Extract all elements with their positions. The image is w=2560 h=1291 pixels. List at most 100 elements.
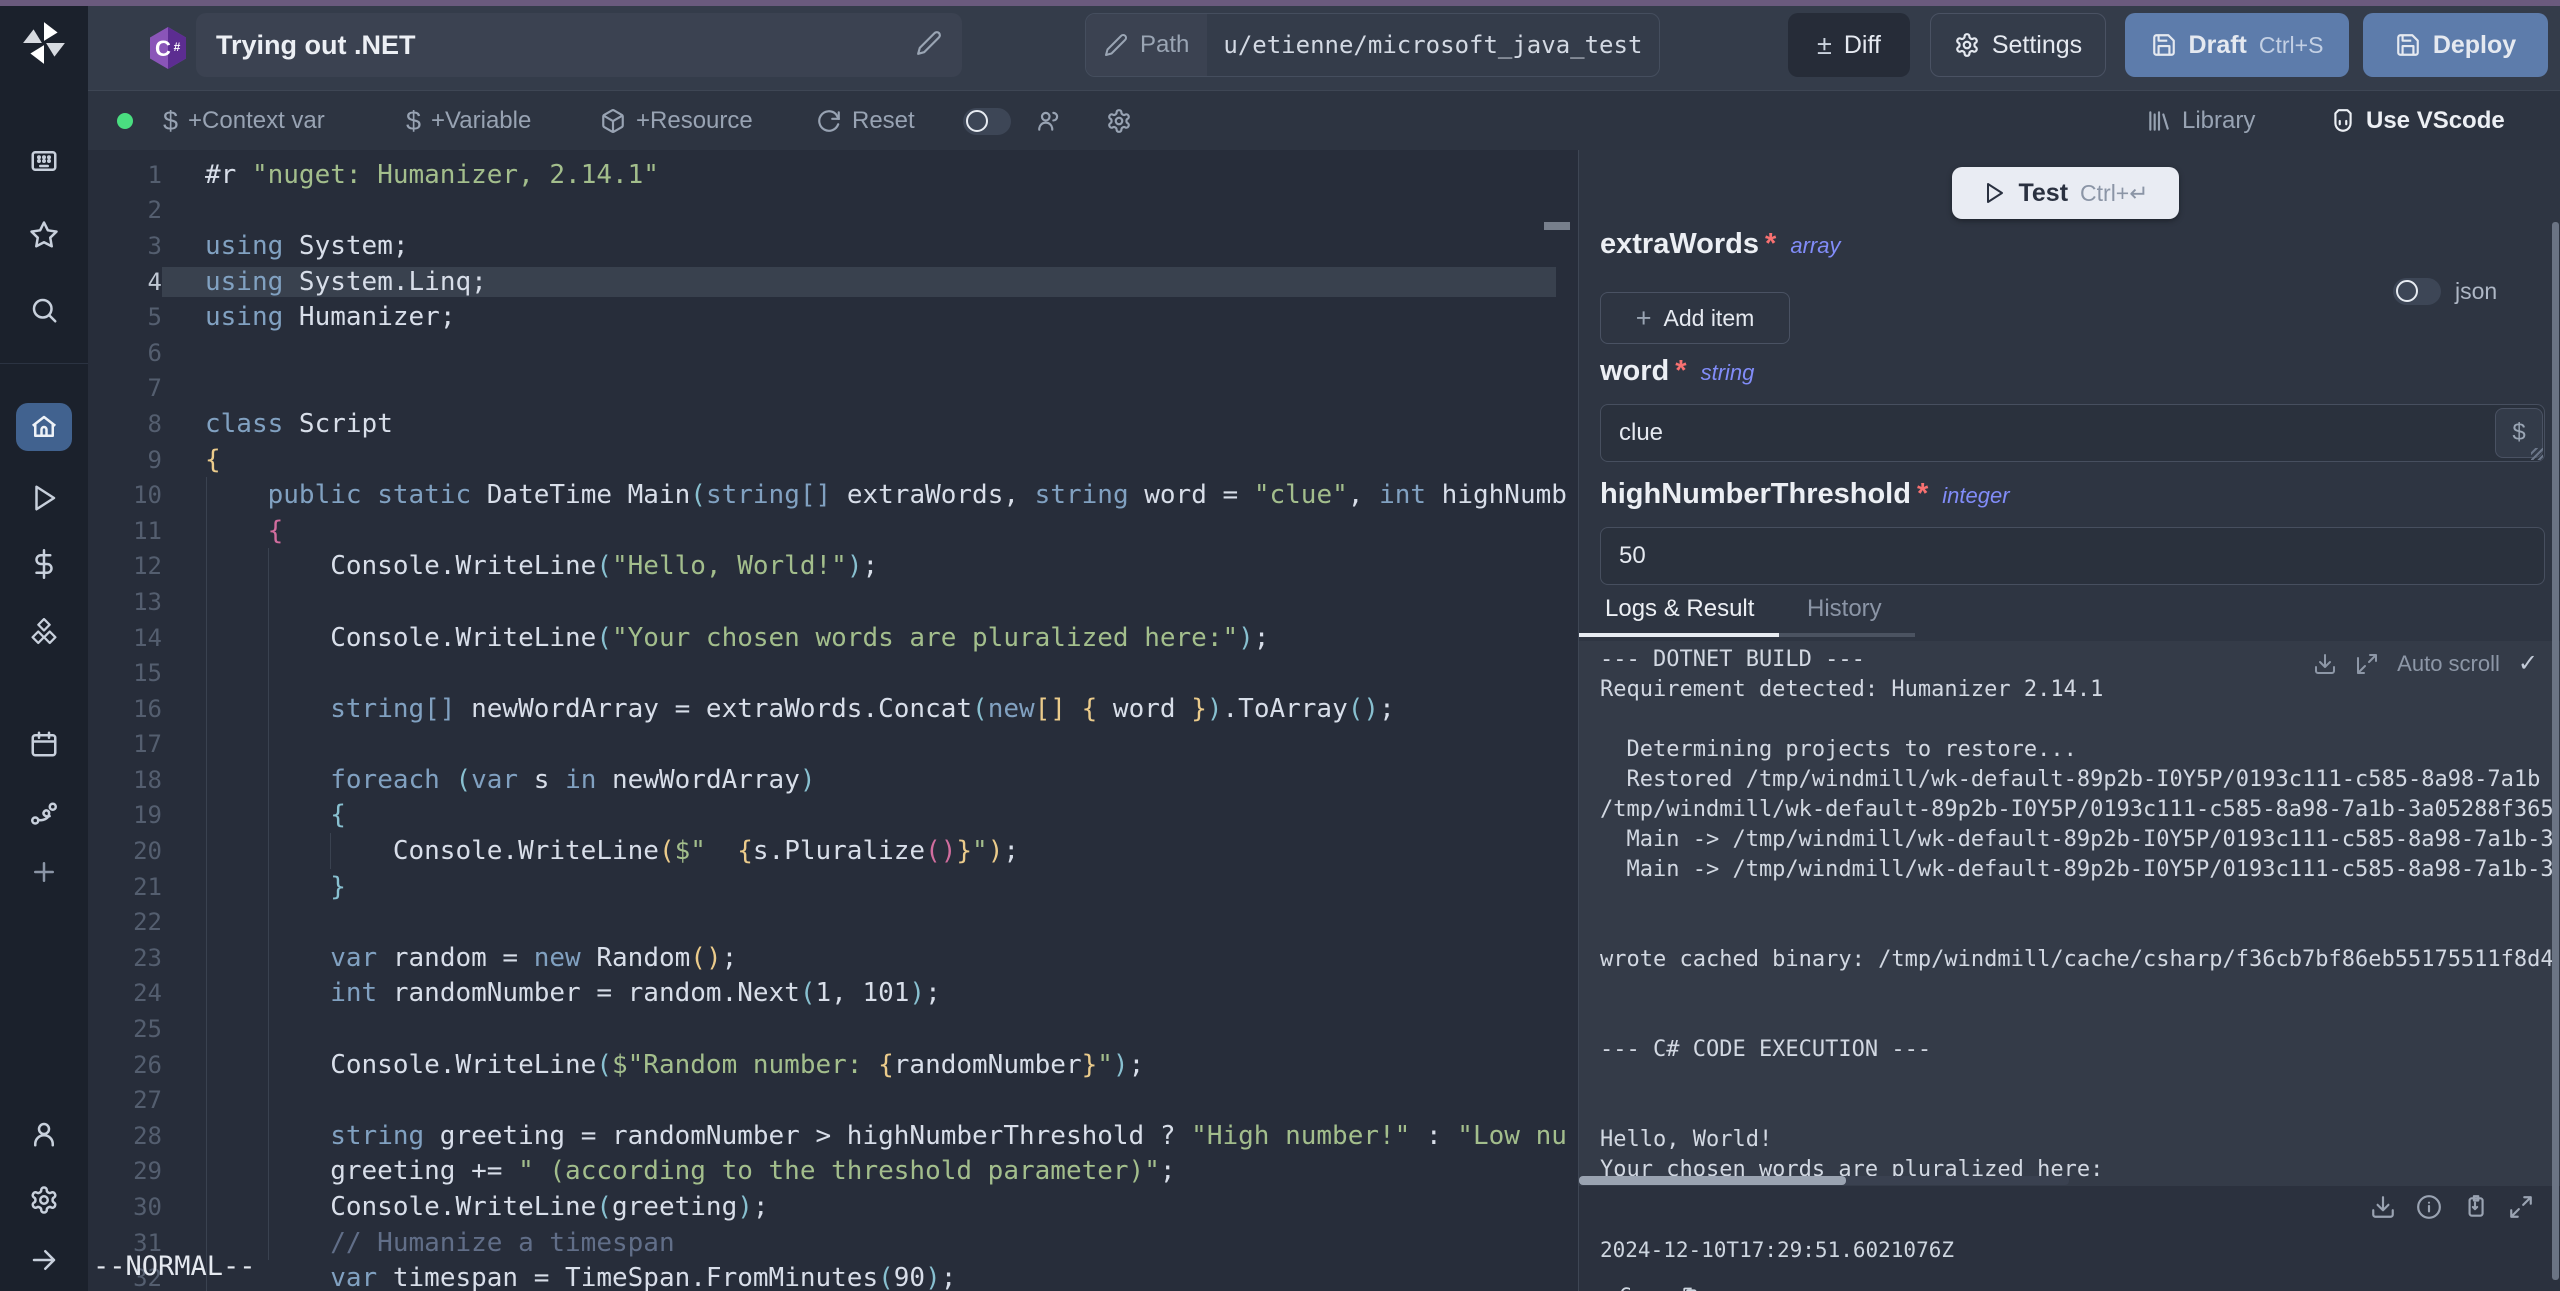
code-line[interactable]: 4using System.Linq; — [88, 264, 1578, 300]
code-line[interactable]: 2 — [88, 193, 1578, 229]
textarea-resize-grip[interactable] — [2531, 448, 2543, 460]
code-line[interactable]: 8class Script — [88, 406, 1578, 442]
code-line[interactable]: 9{ — [88, 442, 1578, 478]
sidebar-item-home[interactable] — [16, 403, 72, 451]
code-line[interactable]: 25 — [88, 1011, 1578, 1047]
status-dot — [117, 113, 133, 129]
test-button[interactable]: Test Ctrl+↵ — [1952, 167, 2179, 219]
sidebar-item-runs[interactable] — [27, 481, 61, 515]
field-threshold-label: highNumberThreshold * integer — [1600, 478, 2010, 511]
sidebar-item-schedules[interactable] — [27, 727, 61, 761]
tab-history[interactable]: History — [1807, 595, 1882, 623]
field-type: array — [1790, 233, 1840, 259]
sidebar-item-workers[interactable] — [27, 796, 61, 830]
use-vscode-button[interactable]: Use VScode — [2330, 91, 2505, 151]
path-field[interactable]: Path u/etienne/microsoft_java_test — [1085, 13, 1660, 77]
code-editor[interactable]: 1#r "nuget: Humanizer, 2.14.1"23using Sy… — [88, 150, 1578, 1291]
play-icon — [1982, 181, 2006, 205]
diff-button[interactable]: ± Diff — [1788, 13, 1910, 77]
editor-settings-gear-icon[interactable] — [1106, 91, 1132, 151]
settings-button[interactable]: Settings — [1930, 13, 2106, 77]
sidebar-item-variables[interactable] — [27, 547, 61, 581]
draft-button[interactable]: Draft Ctrl+S — [2125, 13, 2349, 77]
code-lines[interactable]: 1#r "nuget: Humanizer, 2.14.1"23using Sy… — [88, 157, 1578, 1291]
code-line[interactable]: 16 string[] newWordArray = extraWords.Co… — [88, 691, 1578, 727]
search-icon[interactable] — [27, 293, 61, 327]
auto-scroll-checkmark-icon[interactable]: ✓ — [2518, 649, 2538, 678]
inactive-tab-underline — [1779, 633, 1915, 637]
account-user-icon[interactable] — [27, 1117, 61, 1151]
info-icon[interactable] — [2416, 1194, 2442, 1220]
code-line[interactable]: 24 int randomNumber = random.Next(1, 101… — [88, 976, 1578, 1012]
code-line[interactable]: 21 } — [88, 869, 1578, 905]
add-resource-button[interactable]: +Resource — [600, 91, 753, 151]
logs-pane[interactable]: --- DOTNET BUILD ---Requirement detected… — [1579, 641, 2560, 1186]
code-line[interactable]: 20 Console.WriteLine($" {s.Pluralize()}"… — [88, 833, 1578, 869]
code-line[interactable]: 7 — [88, 371, 1578, 407]
log-hscrollbar-thumb[interactable] — [1579, 1176, 1846, 1185]
sidebar-item-add[interactable] — [27, 855, 61, 889]
code-line[interactable]: 10 public static DateTime Main(string[] … — [88, 477, 1578, 513]
code-line[interactable]: 14 Console.WriteLine("Your chosen words … — [88, 620, 1578, 656]
code-line[interactable]: 19 { — [88, 798, 1578, 834]
download-result-icon[interactable] — [2370, 1194, 2396, 1220]
tab-logs-result[interactable]: Logs & Result — [1605, 595, 1754, 623]
add-variable-button[interactable]: $ +Variable — [406, 91, 531, 151]
code-line[interactable]: 30 Console.WriteLine(greeting); — [88, 1189, 1578, 1225]
code-line[interactable]: 26 Console.WriteLine($"Random number: {r… — [88, 1047, 1578, 1083]
expand-result-icon[interactable] — [2508, 1194, 2534, 1220]
code-line[interactable]: 28 string greeting = randomNumber > high… — [88, 1118, 1578, 1154]
word-input[interactable] — [1600, 404, 2545, 462]
editor-scrollbar-marker[interactable] — [1544, 222, 1570, 230]
copy-result-clipboard-icon[interactable] — [2462, 1194, 2488, 1220]
download-logs-icon[interactable] — [2313, 652, 2337, 676]
sidebar-divider — [0, 363, 88, 364]
copy-label: Copy — [1619, 1284, 1670, 1291]
code-line[interactable]: 11 { — [88, 513, 1578, 549]
workspace-switcher-icon[interactable] — [27, 144, 61, 178]
csharp-language-icon: C # — [146, 26, 190, 70]
code-line[interactable]: 29 greeting += " (according to the thres… — [88, 1154, 1578, 1190]
script-title-input[interactable]: Trying out .NET — [196, 13, 962, 77]
code-line[interactable]: 18 foreach (var s in newWordArray) — [88, 762, 1578, 798]
code-line[interactable]: 22 — [88, 904, 1578, 940]
code-line[interactable]: 1#r "nuget: Humanizer, 2.14.1" — [88, 157, 1578, 193]
auto-scroll-label[interactable]: Auto scroll — [2397, 651, 2500, 677]
code-line[interactable]: 3using System; — [88, 228, 1578, 264]
library-button[interactable]: Library — [2146, 91, 2255, 151]
workspace-settings-gear-icon[interactable] — [27, 1183, 61, 1217]
collaborators-icon[interactable] — [1036, 91, 1062, 151]
copy-row[interactable]: Copy — [1619, 1284, 1700, 1291]
favorites-star-icon[interactable] — [27, 218, 61, 252]
path-label-group[interactable]: Path — [1086, 14, 1207, 76]
test-shortcut: Ctrl+↵ — [2080, 180, 2148, 207]
code-line[interactable]: 5using Humanizer; — [88, 299, 1578, 335]
save-icon — [2395, 32, 2421, 58]
panel-scrollbar-thumb[interactable] — [2552, 222, 2559, 1280]
code-line[interactable]: 15 — [88, 655, 1578, 691]
code-line[interactable]: 13 — [88, 584, 1578, 620]
code-line[interactable]: 17 — [88, 727, 1578, 763]
deploy-button[interactable]: Deploy — [2363, 13, 2548, 77]
use-vscode-label: Use VScode — [2366, 107, 2505, 135]
code-line[interactable]: 31 // Humanize a timespan — [88, 1225, 1578, 1261]
code-line[interactable]: 27 — [88, 1082, 1578, 1118]
collapse-arrow-icon[interactable] — [27, 1243, 61, 1277]
code-line[interactable]: 32 var timespan = TimeSpan.FromMinutes(9… — [88, 1260, 1578, 1291]
code-line[interactable]: 12 Console.WriteLine("Hello, World!"); — [88, 549, 1578, 585]
code-line[interactable]: 23 var random = new Random(); — [88, 940, 1578, 976]
code-line[interactable]: 6 — [88, 335, 1578, 371]
threshold-input[interactable] — [1600, 527, 2545, 585]
draft-label: Draft — [2189, 31, 2247, 60]
toggle-switch[interactable] — [963, 108, 1011, 135]
edit-title-pencil-icon[interactable] — [916, 30, 942, 61]
add-context-var-button[interactable]: $ +Context var — [163, 91, 325, 151]
reset-button[interactable]: Reset — [816, 91, 915, 151]
json-toggle[interactable] — [2393, 278, 2441, 305]
expand-logs-icon[interactable] — [2355, 652, 2379, 676]
add-item-button[interactable]: + Add item — [1600, 292, 1790, 344]
windmill-logo-icon[interactable] — [21, 20, 67, 66]
required-marker: * — [1917, 478, 1928, 511]
sidebar-item-resources[interactable] — [27, 616, 61, 650]
diff-mode-toggle[interactable] — [963, 91, 1011, 151]
